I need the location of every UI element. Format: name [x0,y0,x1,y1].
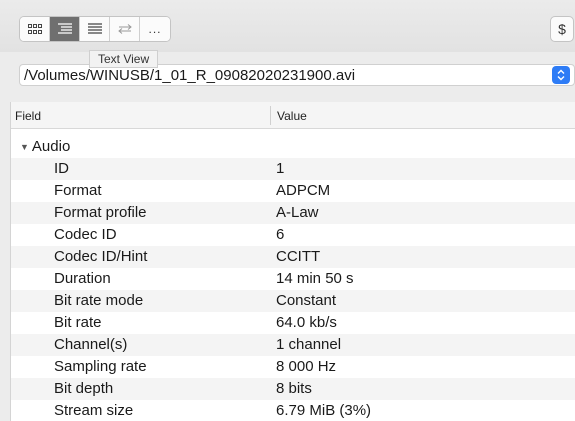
field-cell: Duration [54,270,111,287]
table-row[interactable]: Channel(s) 1 channel [11,334,575,356]
table-row[interactable]: Sampling rate 8 000 Hz [11,356,575,378]
grid-view-button[interactable] [20,17,50,41]
value-cell: 6.79 MiB (3%) [276,402,372,419]
value-cell: 8 bits [276,380,312,397]
column-divider[interactable] [270,106,271,125]
column-header-value[interactable]: Value [277,109,307,123]
section-label: Audio [31,138,71,155]
value-cell: CCITT [276,248,321,265]
table-row[interactable]: Codec ID/Hint CCITT [11,246,575,268]
table-rows: ▼ Audio ID 1 Format ADPCM Format profile … [11,136,575,421]
field-cell: Bit rate mode [54,292,144,309]
info-table: Field Value ▼ Audio ID 1 Format ADPCM For… [10,102,575,421]
table-row[interactable]: Codec ID 6 [11,224,575,246]
field-cell: Codec ID/Hint [54,248,148,265]
more-icon: ... [148,22,162,36]
tree-view-button[interactable] [50,17,80,41]
field-cell: Format [54,182,102,199]
table-row[interactable]: Format ADPCM [11,180,575,202]
file-selector-stepper[interactable] [552,66,570,84]
field-cell: Codec ID [54,226,117,243]
text-view-icon [87,23,102,34]
value-cell: ADPCM [276,182,331,199]
field-cell: Format profile [54,204,147,221]
compare-view-button[interactable] [110,17,140,41]
tooltip: Text View [89,50,159,68]
view-mode-segmented-control: ... [19,16,171,42]
more-button[interactable]: ... [140,17,170,41]
file-path: /Volumes/WINUSB/1_01_R_09082020231900.av… [24,67,356,84]
column-header-field[interactable]: Field [15,109,41,123]
table-row[interactable]: Stream size 6.79 MiB (3%) [11,400,575,421]
field-cell: Bit rate [54,314,102,331]
chevron-up-down-icon [557,69,565,81]
table-row[interactable]: Duration 14 min 50 s [11,268,575,290]
toolbar: ... $ [0,0,575,52]
field-cell: Sampling rate [54,358,147,375]
value-cell: 8 000 Hz [276,358,337,375]
table-row[interactable]: Bit rate 64.0 kb/s [11,312,575,334]
table-row[interactable]: Bit depth 8 bits [11,378,575,400]
dollar-button[interactable]: $ [550,16,574,42]
table-row[interactable]: ID 1 [11,158,575,180]
text-view-button[interactable] [80,17,110,41]
value-cell: 1 channel [276,336,342,353]
table-row[interactable]: Format profile A-Law [11,202,575,224]
grid-view-icon [27,24,42,34]
section-row-audio[interactable]: ▼ Audio [11,136,575,158]
value-cell: A-Law [276,204,319,221]
field-cell: ID [54,160,69,177]
table-header: Field Value [11,102,575,129]
disclosure-triangle-icon[interactable]: ▼ [20,142,29,152]
tree-view-icon [57,23,72,34]
table-row[interactable]: Bit rate mode Constant [11,290,575,312]
compare-icon [117,24,132,34]
value-cell: Constant [276,292,337,309]
field-cell: Bit depth [54,380,114,397]
value-cell: 14 min 50 s [276,270,354,287]
value-cell: 6 [276,226,285,243]
value-cell: 1 [276,160,285,177]
value-cell: 64.0 kb/s [276,314,337,331]
field-cell: Channel(s) [54,336,128,353]
dollar-label: $ [558,21,566,37]
field-cell: Stream size [54,402,134,419]
